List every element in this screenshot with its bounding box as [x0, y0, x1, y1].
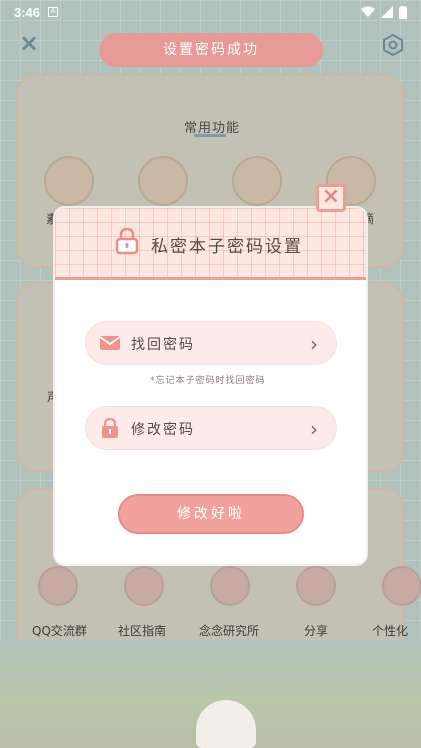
func-icon-3[interactable] [232, 156, 282, 206]
mail-icon [99, 336, 121, 350]
bottom-label-share[interactable]: 分享 [304, 622, 328, 639]
qq-icon[interactable] [38, 566, 78, 606]
change-password-label: 修改密码 [131, 422, 195, 438]
bottom-label-lab[interactable]: 念念研究所 [199, 622, 259, 639]
gear-hexagon-icon[interactable] [381, 33, 405, 57]
recover-password-label: 找回密码 [131, 337, 195, 353]
bottom-label-custom[interactable]: 个性化 [372, 622, 408, 639]
recover-password-option[interactable]: 找回密码 › [85, 321, 337, 365]
dialog-title: 私密本子密码设置 [151, 237, 303, 257]
lock-icon [102, 418, 118, 438]
bottom-label-qq[interactable]: QQ交流群 [32, 622, 87, 639]
chevron-right-icon: › [310, 332, 318, 356]
section-underline [194, 134, 226, 137]
dialog-close-button[interactable]: × [316, 184, 346, 212]
dialog-header: 私密本子密码设置 [55, 208, 366, 280]
close-icon[interactable]: × [18, 31, 40, 55]
func-icon-2[interactable] [138, 156, 188, 206]
share-icon[interactable] [296, 566, 336, 606]
change-password-option[interactable]: 修改密码 › [85, 406, 337, 450]
people-icon[interactable] [210, 566, 250, 606]
heart-icon[interactable] [124, 566, 164, 606]
recover-hint: *忘记本子密码时找回密码 [150, 376, 266, 386]
confirm-button[interactable]: 修改好啦 [118, 494, 304, 534]
bottom-label-guide[interactable]: 社区指南 [118, 622, 166, 639]
password-settings-dialog: 私密本子密码设置 找回密码 › *忘记本子密码时找回密码 修改密码 › 修改好啦 [55, 208, 366, 564]
wifi-icon [361, 6, 375, 17]
status-time: 3:46 [14, 4, 41, 20]
success-banner: 设置密码成功 [99, 33, 323, 67]
lock-icon [115, 227, 139, 255]
chevron-right-icon: › [310, 417, 318, 441]
battery-icon [399, 5, 407, 19]
func-icon-1[interactable] [44, 156, 94, 206]
notification-icon: A [48, 7, 59, 17]
status-icons [361, 5, 407, 19]
status-bar: 3:46 A [0, 0, 421, 24]
custom-icon[interactable] [382, 566, 421, 606]
signal-icon [381, 6, 393, 18]
